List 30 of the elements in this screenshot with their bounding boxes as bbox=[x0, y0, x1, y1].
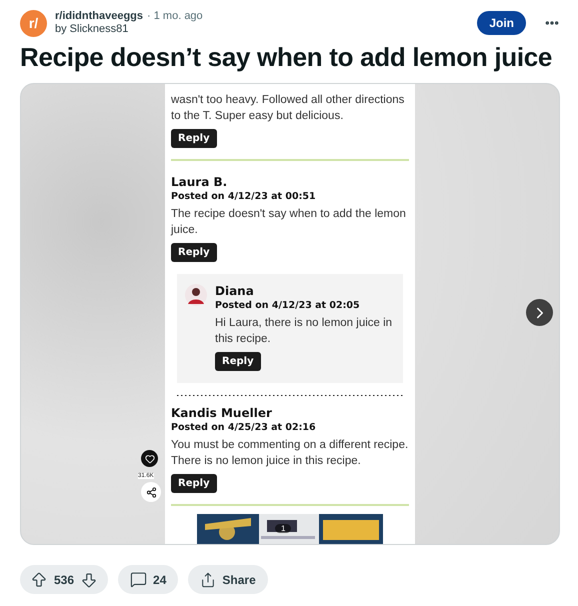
join-button[interactable]: Join bbox=[477, 11, 526, 35]
comment-text: The recipe doesn't say when to add the lemon juice. bbox=[171, 207, 407, 238]
downvote-icon[interactable] bbox=[80, 570, 98, 588]
comments-button[interactable]: 24 bbox=[118, 565, 178, 594]
post-title: Recipe doesn’t say when to add lemon juice bbox=[20, 42, 554, 73]
commenter-name: Diana bbox=[215, 284, 255, 298]
comment-icon bbox=[130, 571, 148, 588]
subreddit-name[interactable]: r/ididnthaveeggs bbox=[55, 10, 144, 23]
comment-text: wasn't too heavy. Followed all other directions to the T. Super easy but delicious. bbox=[171, 93, 406, 124]
commenter-name: Kandis Mueller bbox=[171, 406, 273, 420]
share-button[interactable]: Share bbox=[188, 565, 268, 594]
commenter-name: Laura B. bbox=[171, 175, 228, 190]
share-arrow-icon bbox=[200, 572, 216, 588]
comment-text: Hi Laura, there is no lemon juice in this recipe. bbox=[215, 316, 394, 348]
comment-text: You must be commenting on a different recipe. There is no lemon juice in this recipe. bbox=[171, 438, 409, 469]
reply-button[interactable]: Reply bbox=[171, 129, 217, 148]
post-author[interactable]: by Slickness81 bbox=[55, 23, 470, 36]
posted-date: Posted on 4/12/23 at 02:05 bbox=[215, 300, 361, 312]
share-icon[interactable] bbox=[141, 482, 161, 502]
posted-date: Posted on 4/25/23 at 02:16 bbox=[171, 422, 317, 433]
page-indicator: 1 bbox=[275, 524, 292, 534]
avatar-icon bbox=[185, 284, 207, 306]
upvote-icon[interactable] bbox=[30, 570, 48, 588]
post-age: · 1 mo. ago bbox=[147, 10, 203, 23]
vote-count: 536 bbox=[54, 572, 74, 586]
reply-button[interactable]: Reply bbox=[171, 474, 217, 493]
posted-date: Posted on 4/12/23 at 00:51 bbox=[171, 191, 317, 202]
next-icon[interactable] bbox=[526, 299, 553, 326]
reply-button[interactable]: Reply bbox=[215, 352, 261, 372]
reply-button[interactable]: Reply bbox=[171, 243, 217, 262]
